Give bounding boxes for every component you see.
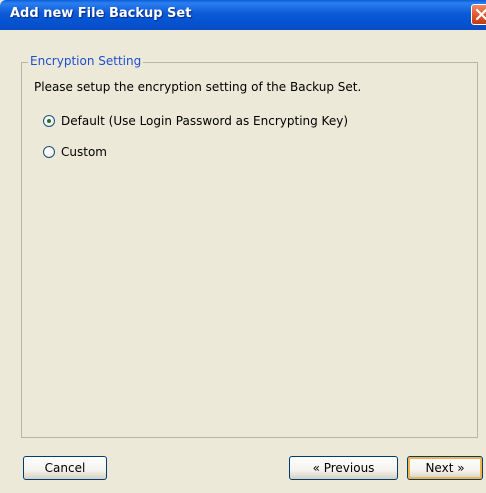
dialog-window: Add new File Backup Set Encryption Setti… [0, 0, 486, 493]
radio-default[interactable]: Default (Use Login Password as Encryptin… [43, 113, 348, 129]
close-icon [475, 8, 486, 21]
cancel-button[interactable]: Cancel [23, 456, 107, 480]
next-button[interactable]: Next » [407, 456, 483, 480]
close-button[interactable] [471, 4, 486, 25]
radio-custom-circle[interactable] [43, 146, 55, 158]
instruction-text: Please setup the encryption setting of t… [34, 80, 362, 94]
group-legend: Encryption Setting [28, 54, 144, 68]
radio-custom[interactable]: Custom [43, 144, 107, 160]
radio-default-circle[interactable] [43, 115, 55, 127]
radio-custom-label[interactable]: Custom [61, 145, 107, 159]
previous-button[interactable]: « Previous [289, 456, 398, 480]
window-title: Add new File Backup Set [10, 6, 192, 21]
radio-default-label[interactable]: Default (Use Login Password as Encryptin… [61, 114, 348, 128]
title-bar[interactable]: Add new File Backup Set [0, 0, 486, 30]
radio-selected-dot [47, 119, 51, 123]
